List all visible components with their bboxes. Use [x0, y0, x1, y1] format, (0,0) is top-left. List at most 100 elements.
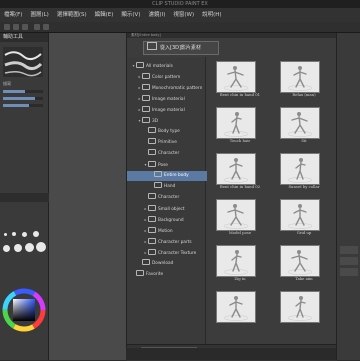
pose-preview: [216, 199, 256, 231]
brush-size-dot[interactable]: [12, 232, 16, 236]
menu-window[interactable]: 視窗(W): [169, 8, 198, 22]
sub-tool-tab[interactable]: 輔助工具: [0, 33, 48, 42]
brush-preview-list[interactable]: [3, 47, 43, 77]
tree-item[interactable]: ▾ All materials: [127, 61, 209, 71]
folder-icon: [136, 270, 144, 276]
material-label: Touch hair: [229, 138, 251, 143]
material-thumbnail[interactable]: Bent chin in hand 02: [209, 153, 271, 197]
pose-preview: [216, 153, 256, 185]
brush-size-slider[interactable]: [3, 90, 43, 93]
tree-item-label: Color pattern: [152, 75, 181, 80]
menu-view[interactable]: 顯示(V): [117, 8, 144, 22]
brush-size-dot[interactable]: [3, 245, 10, 252]
material-thumbnail[interactable]: Relax (man): [273, 61, 335, 105]
tree-item-label: Image material: [152, 108, 185, 113]
pose-figure-icon: [287, 112, 313, 137]
material-thumbnail[interactable]: Zig in: [209, 245, 271, 289]
tree-item[interactable]: ▸ Image material: [127, 94, 215, 104]
pose-figure-icon: [223, 112, 249, 137]
open-file-icon[interactable]: [13, 24, 19, 30]
pose-figure-icon: [287, 250, 313, 275]
tree-item[interactable]: ▸ Color pattern: [127, 72, 215, 82]
tree-item-label: Monochromatic pattern: [152, 86, 203, 91]
material-thumbnail[interactable]: [273, 291, 335, 335]
folder-icon: [148, 238, 156, 244]
brush-size-dot[interactable]: [4, 233, 7, 236]
tree-item-label: Favorite: [146, 272, 164, 277]
material-label: Sit: [301, 138, 307, 143]
material-thumbnail[interactable]: [209, 291, 271, 335]
tree-item-label: All materials: [146, 64, 173, 69]
material-thumbnail[interactable]: Sunset by collar: [273, 153, 335, 197]
tree-item[interactable]: Download: [127, 259, 215, 269]
brush-size-dot[interactable]: [14, 244, 22, 252]
folder-icon: [148, 249, 156, 255]
color-wheel[interactable]: [2, 288, 46, 332]
material-label: Model pose: [228, 230, 252, 235]
brush-size-dot[interactable]: [33, 231, 39, 237]
folder-icon: [148, 127, 156, 133]
pose-figure-icon: [223, 296, 249, 321]
density-slider[interactable]: [3, 104, 43, 107]
pose-preview: [280, 153, 320, 185]
tree-item[interactable]: ▸ Image material: [127, 105, 215, 115]
status-bar: [126, 348, 336, 360]
brush-stroke-preview: [4, 51, 43, 77]
redo-icon[interactable]: [43, 24, 49, 30]
new-file-icon[interactable]: [4, 24, 10, 30]
pose-preview: [280, 61, 320, 93]
brush-size-dot[interactable]: [36, 242, 46, 252]
material-thumbnail[interactable]: Touch hair: [209, 107, 271, 151]
material-thumbnail[interactable]: Take aim: [273, 245, 335, 289]
material-label: Bent chin in hand 01: [219, 92, 261, 97]
brush-size-dot[interactable]: [25, 243, 34, 252]
menu-layer[interactable]: 圖層(L): [26, 8, 52, 22]
pose-preview: [280, 291, 320, 323]
layer-thumb[interactable]: [340, 257, 358, 265]
tree-item[interactable]: ▾ 3D: [127, 116, 215, 126]
brush-size-dot[interactable]: [22, 232, 27, 237]
tree-item[interactable]: Favorite: [127, 270, 209, 280]
canvas-area[interactable]: [49, 33, 126, 360]
material-label: Grid up: [296, 230, 312, 235]
material-thumbnail[interactable]: Sit: [273, 107, 335, 151]
brush-size-panel-tab[interactable]: [0, 193, 51, 202]
menu-help[interactable]: 說明(H): [198, 8, 225, 22]
layer-thumb[interactable]: [340, 268, 358, 276]
folder-icon: [154, 171, 162, 177]
tree-item-label: Entire body: [164, 173, 189, 178]
tree-item-label: Character parts: [158, 240, 192, 245]
menu-filter[interactable]: 濾鏡(I): [144, 8, 169, 22]
tree-item[interactable]: ▸ Monochromatic pattern: [127, 83, 215, 93]
import-3d-material-button[interactable]: 從入[3D]影片素材: [143, 41, 219, 55]
menu-selection[interactable]: 選擇範圍(S): [53, 8, 91, 22]
material-thumbnail[interactable]: Grid up: [273, 199, 335, 243]
folder-icon: [142, 106, 150, 112]
undo-icon[interactable]: [34, 24, 40, 30]
color-wheel-graphic: [2, 288, 46, 332]
folder-icon: [148, 205, 156, 211]
tree-item-label: Character: [158, 151, 180, 156]
menu-file[interactable]: 檔案(F): [0, 8, 26, 22]
pose-preview: [216, 107, 256, 139]
material-thumbnail[interactable]: Bent chin in hand 01: [209, 61, 271, 105]
save-icon[interactable]: [22, 24, 28, 30]
sub-tool-panel: 輔助工具 描寫: [0, 33, 51, 360]
tree-item-label: Primitive: [158, 140, 177, 145]
folder-icon: [148, 161, 156, 167]
pose-preview: [280, 245, 320, 277]
material-grid: Bent chin in hand 01 Relax (man) Touch hai…: [207, 57, 337, 344]
material-label: Bent chin in hand 02: [219, 184, 261, 189]
layer-thumb[interactable]: [340, 246, 358, 254]
material-label: Zig in: [234, 276, 246, 281]
tree-item-label: Hand: [164, 184, 176, 189]
material-thumbnail[interactable]: Model pose: [209, 199, 271, 243]
tree-item-label: Small object: [158, 207, 185, 212]
menu-bar: 檔案(F) 圖層(L) 選擇範圍(S) 編輯(E) 顯示(V) 濾鏡(I) 視窗(W) 說明(…: [0, 8, 360, 23]
tree-item-label: Body type: [158, 129, 180, 134]
tree-item-label: Background: [158, 218, 184, 223]
menu-edit[interactable]: 編輯(E): [91, 8, 118, 22]
opacity-slider[interactable]: [3, 97, 43, 100]
tree-item-label: Character Texture: [158, 251, 197, 256]
pose-figure-icon: [223, 204, 249, 229]
